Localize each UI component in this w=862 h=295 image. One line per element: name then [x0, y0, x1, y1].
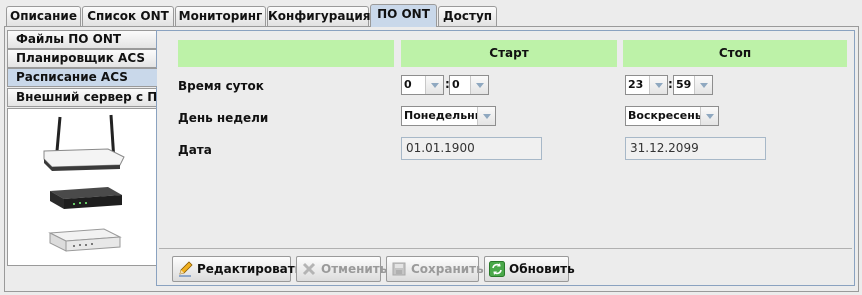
stop-minute-value: 59 [676, 78, 692, 91]
chevron-down-icon [477, 107, 495, 125]
time-of-day-label: Время суток [178, 79, 264, 93]
tab-access[interactable]: Доступ [438, 6, 497, 26]
stop-minute-select[interactable]: 59 [673, 75, 713, 95]
pencil-icon [179, 261, 193, 277]
stop-date-field[interactable]: 31.12.2099 [625, 137, 766, 160]
stop-weekday-select[interactable]: Воскресенье [625, 106, 719, 126]
edit-button-label: Редактировать [197, 262, 303, 276]
refresh-button[interactable]: Обновить [484, 256, 575, 282]
start-date-field[interactable]: 01.01.1900 [401, 137, 542, 160]
side-tab-external-firmware-server[interactable]: Внешний сервер с ПО [7, 88, 167, 107]
side-tab-acs-schedule[interactable]: Расписание ACS [7, 68, 157, 87]
chevron-down-icon [425, 76, 443, 94]
header-blank [178, 40, 394, 67]
tab-description[interactable]: Описание [6, 6, 81, 26]
device-illustrations [7, 108, 157, 266]
stop-hour-value: 23 [628, 78, 644, 91]
stop-weekday-value: Воскресенье [628, 109, 710, 122]
start-minute-value: 0 [452, 78, 460, 91]
tab-ont-list[interactable]: Список ONT [82, 6, 174, 26]
chevron-down-icon [694, 76, 712, 94]
date-label: Дата [178, 143, 212, 157]
chevron-down-icon [649, 76, 667, 94]
chevron-down-icon [700, 107, 718, 125]
weekday-label: День недели [178, 111, 269, 125]
start-header: Старт [401, 40, 617, 67]
save-icon [392, 262, 406, 276]
chevron-down-icon [470, 76, 488, 94]
save-button-label: Сохранить [411, 262, 484, 276]
tab-ont-software[interactable]: ПО ONT [370, 4, 437, 27]
ont-devices-image [43, 114, 125, 252]
edit-button[interactable]: Редактировать [172, 256, 302, 282]
refresh-icon [489, 261, 505, 277]
side-tab-acs-scheduler[interactable]: Планировщик ACS [7, 49, 157, 68]
cancel-x-icon [302, 262, 316, 276]
refresh-button-label: Обновить [509, 262, 575, 276]
stop-header: Стоп [623, 40, 847, 67]
cancel-button[interactable]: Отменить [296, 256, 387, 282]
start-hour-value: 0 [404, 78, 412, 91]
side-tab-ont-firmware-files[interactable]: Файлы ПО ONT [7, 30, 157, 49]
stop-hour-select[interactable]: 23 [625, 75, 668, 95]
tab-configuration[interactable]: Конфигурация [267, 6, 370, 26]
start-hour-select[interactable]: 0 [401, 75, 444, 95]
tab-monitoring[interactable]: Мониторинг [175, 6, 266, 26]
start-minute-select[interactable]: 0 [449, 75, 489, 95]
save-button[interactable]: Сохранить [386, 256, 484, 282]
start-weekday-select[interactable]: Понедельник [401, 106, 496, 126]
cancel-button-label: Отменить [321, 262, 388, 276]
